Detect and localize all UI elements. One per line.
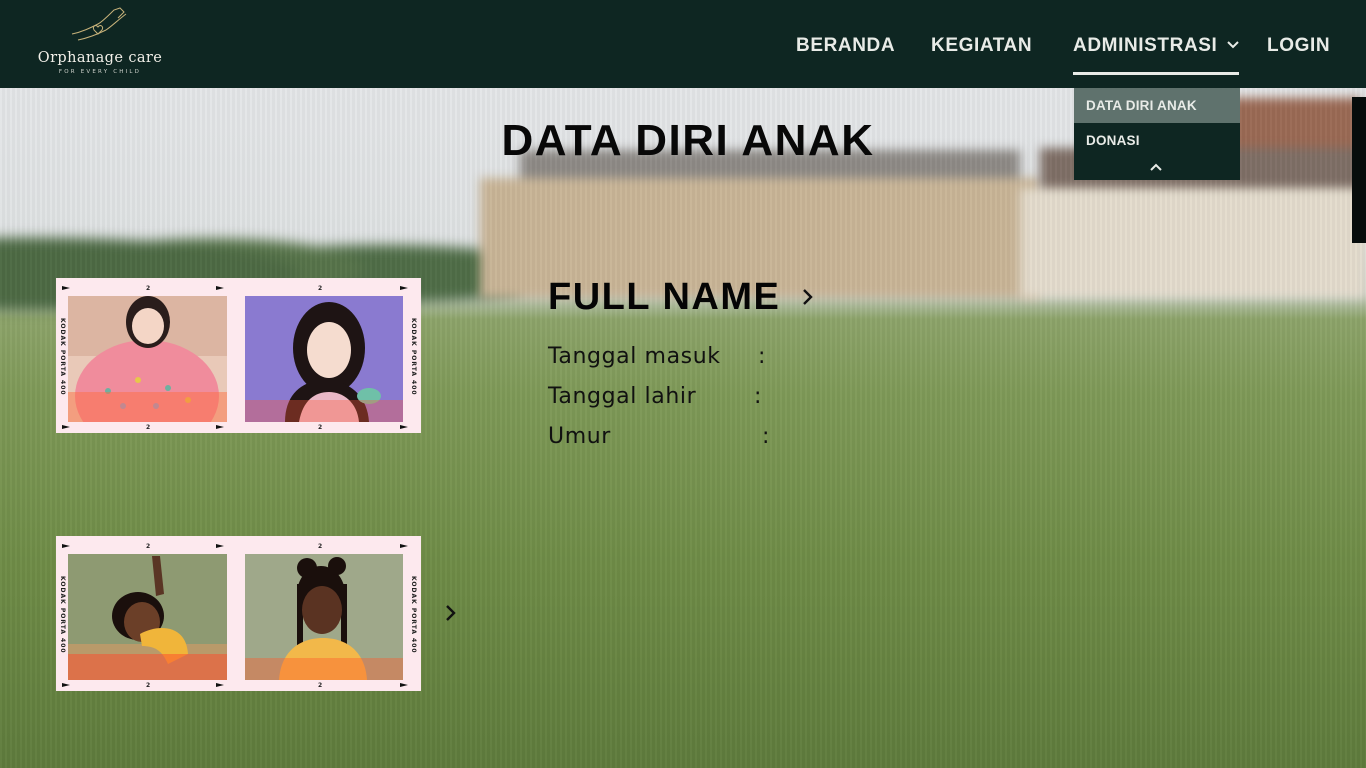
nav-login[interactable]: LOGIN [1267,35,1330,57]
film-arrow-icon [62,544,70,548]
film-arrow-icon [216,425,224,429]
film-brand-label: KODAK PORTA 400 [410,576,417,654]
chevron-right-icon[interactable] [801,288,813,306]
logo-tagline: FOR EVERY CHILD [58,69,142,75]
film-arrow-icon [400,425,408,429]
nav-beranda[interactable]: BERANDA [796,35,895,57]
child-full-name: FULL NAME [548,276,781,318]
child-photo[interactable] [245,296,403,422]
film-arrow-icon [400,683,408,687]
film-arrow-icon [216,544,224,548]
film-arrow-icon [62,425,70,429]
site-logo[interactable]: Orphanage care FOR EVERY CHILD [30,4,170,82]
film-arrow-icon [62,683,70,687]
field-label-tanggal-lahir: Tanggal lahir [548,384,697,409]
film-arrow-icon [400,544,408,548]
film-brand-label: KODAK PORTA 400 [59,576,66,654]
film-frame-number: 2 [146,543,151,550]
hands-holding-heart-icon [71,7,127,41]
chevron-right-icon[interactable] [444,604,456,622]
film-strip-photo[interactable]: KODAK PORTA 400 KODAK PORTA 400 2 2 2 2 [56,278,421,433]
film-frame-number: 2 [318,682,323,689]
field-separator: : [754,384,762,409]
nav-active-underline [1073,72,1239,75]
film-arrow-icon [216,683,224,687]
film-brand-label: KODAK PORTA 400 [410,318,417,396]
chevron-down-icon[interactable] [1226,40,1240,50]
logo-brand-text: Orphanage care [37,50,163,66]
field-label-tanggal-masuk: Tanggal masuk [548,344,721,369]
child-photo[interactable] [245,554,403,680]
film-frame-number: 2 [318,543,323,550]
child-photo[interactable] [68,554,227,680]
film-frame-number: 2 [146,424,151,431]
nav-administrasi[interactable]: ADMINISTRASI [1073,35,1217,57]
film-arrow-icon [216,286,224,290]
film-arrow-icon [400,286,408,290]
top-navbar: Orphanage care FOR EVERY CHILD BERANDA K… [0,0,1366,88]
film-frame-number: 2 [146,285,151,292]
film-brand-label: KODAK PORTA 400 [59,318,66,396]
page-title: DATA DIRI ANAK [501,116,875,165]
nav-kegiatan[interactable]: KEGIATAN [931,35,1032,57]
film-frame-number: 2 [146,682,151,689]
field-separator: : [758,344,766,369]
field-label-umur: Umur [548,424,611,449]
child-photo[interactable] [68,296,227,422]
film-strip-photo[interactable]: KODAK PORTA 400 KODAK PORTA 400 2 2 2 2 [56,536,421,691]
film-frame-number: 2 [318,285,323,292]
film-frame-number: 2 [318,424,323,431]
field-separator: : [762,424,770,449]
film-arrow-icon [62,286,70,290]
